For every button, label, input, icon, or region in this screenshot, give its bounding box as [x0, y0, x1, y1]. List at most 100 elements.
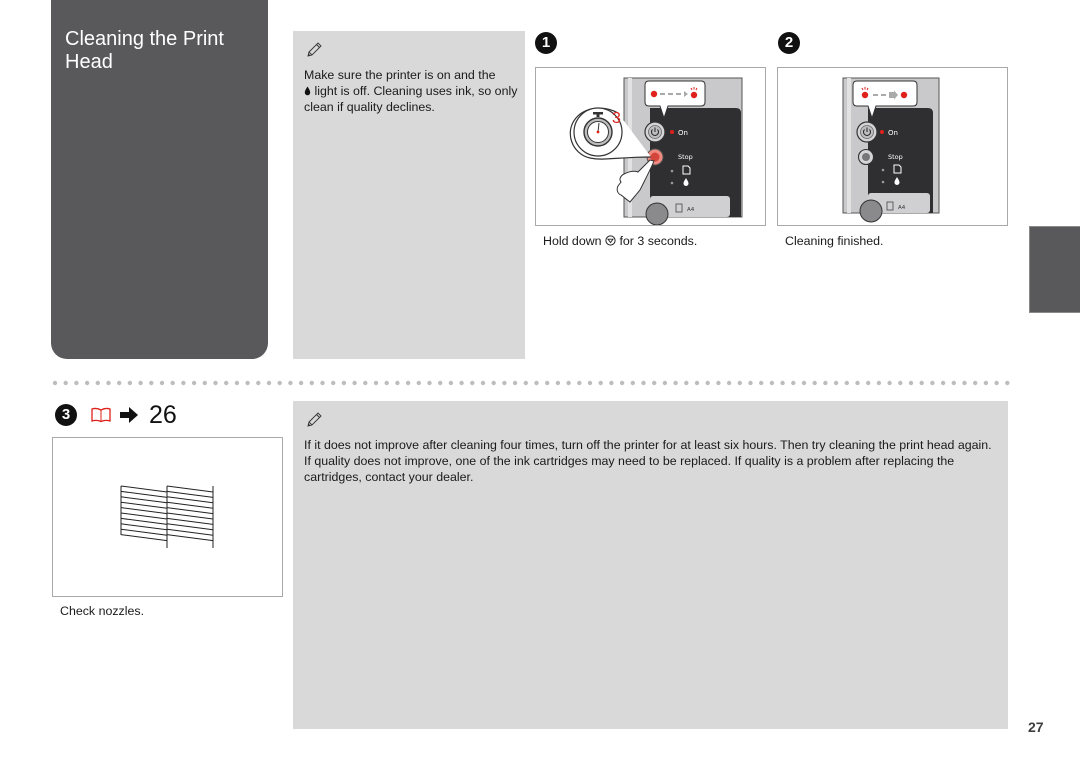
- divider-dot: [930, 380, 935, 386]
- divider-dot: [416, 380, 421, 386]
- reference-page-link[interactable]: 26: [149, 401, 177, 430]
- divider-dot: [224, 380, 229, 386]
- divider-dot: [298, 380, 304, 386]
- divider-dot: [652, 380, 657, 386]
- divider-dot: [662, 380, 668, 386]
- divider-dot: [598, 380, 603, 386]
- divider-dot: [373, 380, 379, 386]
- note-text-part2: light is off. Cleaning uses ink, so only…: [304, 84, 518, 114]
- led-flashing-icon: [690, 91, 698, 99]
- divider-dot: [630, 380, 635, 386]
- divider-dot: [726, 380, 732, 386]
- nozzle-check-pattern: [120, 485, 214, 548]
- dotted-divider: [52, 380, 1010, 386]
- divider-dot: [684, 380, 689, 386]
- divider-dot: [309, 380, 314, 386]
- divider-dot: [191, 380, 197, 386]
- step-2-badge: 2: [778, 32, 800, 54]
- manual-book-icon[interactable]: [91, 407, 111, 423]
- divider-dot: [384, 380, 389, 386]
- divider-dot: [106, 380, 111, 386]
- divider-dot: [74, 380, 79, 386]
- divider-dot: [127, 380, 133, 386]
- stop-label: Stop: [678, 153, 693, 161]
- divider-dot: [737, 380, 742, 386]
- divider-dot: [962, 380, 967, 386]
- step-1-figure: On Stop A4 3: [535, 67, 766, 226]
- chapter-tab[interactable]: [1029, 226, 1080, 313]
- divider-dot: [320, 380, 325, 386]
- divider-dot: [566, 380, 571, 386]
- divider-dot: [341, 380, 347, 386]
- divider-dot: [555, 380, 561, 386]
- divider-dot: [823, 380, 828, 386]
- divider-dot: [512, 380, 518, 386]
- note-text-part1: Make sure the printer is on and the: [304, 68, 496, 82]
- divider-dot: [491, 380, 496, 386]
- stop-label: Stop: [888, 153, 903, 161]
- pencil-icon: [307, 42, 322, 57]
- divider-dot: [427, 380, 432, 386]
- step-3-reference: 3 26: [55, 401, 177, 430]
- divider-dot: [619, 380, 625, 386]
- divider-dot: [951, 380, 956, 386]
- divider-dot: [641, 380, 646, 386]
- page-number: 27: [1028, 719, 1044, 735]
- divider-dot: [908, 380, 914, 386]
- divider-dot: [170, 380, 175, 386]
- divider-dot: [866, 380, 871, 386]
- printer-panel-illustration-finished: On Stop A4: [842, 77, 940, 223]
- divider-dot: [994, 380, 999, 386]
- divider-dot: [545, 380, 550, 386]
- divider-dot: [973, 380, 978, 386]
- note-bottom: If it does not improve after cleaning fo…: [293, 401, 1008, 729]
- divider-dot: [331, 380, 336, 386]
- divider-dot: [587, 380, 593, 386]
- paper-size-label: A4: [687, 207, 695, 213]
- divider-dot: [277, 380, 282, 386]
- step-3-caption: Check nozzles.: [60, 604, 145, 618]
- note-top: Make sure the printer is on and the ligh…: [293, 31, 525, 359]
- divider-dot: [887, 380, 892, 386]
- divider-dot: [117, 380, 122, 386]
- divider-dot: [833, 380, 839, 386]
- divider-dot: [523, 380, 528, 386]
- divider-dot: [748, 380, 753, 386]
- divider-dot: [63, 380, 68, 386]
- divider-dot: [352, 380, 357, 386]
- divider-dot: [266, 380, 272, 386]
- divider-dot: [181, 380, 186, 386]
- divider-dot: [213, 380, 218, 386]
- step-1-caption: Hold down for 3 seconds.: [543, 234, 697, 248]
- divider-dot: [577, 380, 582, 386]
- divider-dot: [502, 380, 507, 386]
- divider-dot: [245, 380, 250, 386]
- step-3-badge: 3: [55, 404, 77, 426]
- divider-dot: [480, 380, 486, 386]
- divider-dot: [138, 380, 143, 386]
- divider-dot: [459, 380, 464, 386]
- nozzle-pattern-block: [166, 485, 214, 548]
- step-3-figure: [52, 437, 283, 597]
- step-2-figure: On Stop A4: [777, 67, 1008, 226]
- section-title: Cleaning the Print Head: [65, 28, 224, 73]
- divider-dot: [876, 380, 882, 386]
- note-bottom-text: If it does not improve after cleaning fo…: [304, 438, 992, 484]
- arrow-right-icon: [120, 407, 138, 423]
- divider-dot: [1005, 380, 1010, 386]
- divider-dot: [149, 380, 154, 386]
- divider-dot: [812, 380, 817, 386]
- timer-seconds: 3: [612, 110, 621, 127]
- divider-dot: [438, 380, 443, 386]
- step-2-caption: Cleaning finished.: [785, 234, 884, 248]
- divider-dot: [844, 380, 849, 386]
- divider-dot: [898, 380, 903, 386]
- divider-dot: [759, 380, 764, 386]
- divider-dot: [919, 380, 924, 386]
- ink-drop-icon: [304, 86, 311, 96]
- caption-suffix: for 3 seconds.: [619, 234, 698, 248]
- divider-dot: [448, 380, 454, 386]
- divider-dot: [84, 380, 90, 386]
- divider-dot: [534, 380, 539, 386]
- divider-dot: [791, 380, 796, 386]
